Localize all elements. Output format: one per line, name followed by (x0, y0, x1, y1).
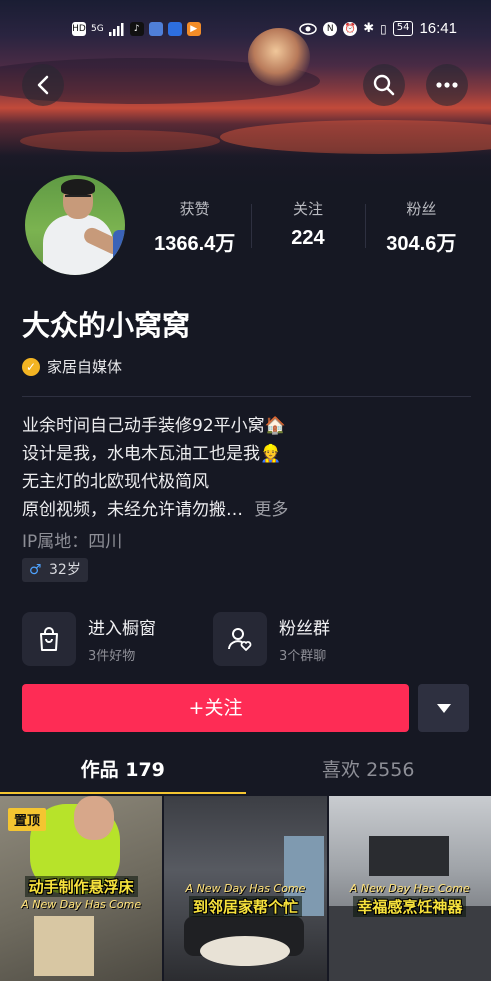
status-right-icons: N ⏰ ✱ ▯ 54 16:41 (299, 20, 457, 37)
hd-icon: HD (72, 22, 86, 36)
stat-followers[interactable]: 粉丝 304.6万 (364, 198, 478, 258)
thumbnail-range-hood (368, 836, 449, 876)
video-grid: 置顶 动手制作悬浮床 A New Day Has Come A New Day … (0, 796, 491, 981)
bio-line: 设计是我，水电木瓦油工也是我👷 (22, 444, 282, 464)
search-icon (373, 74, 395, 96)
video-caption: 到邻居家帮个忙 (164, 896, 326, 917)
network-5g-icon: 5G (91, 23, 104, 34)
signal-icon (108, 22, 124, 36)
fan-group-entry[interactable]: 粉丝群 3个群聊 (213, 612, 330, 666)
entry-title: 粉丝群 (279, 619, 330, 639)
banner-cloud (20, 130, 220, 152)
caret-down-icon (436, 703, 451, 713)
video-thumbnail[interactable]: 置顶 动手制作悬浮床 A New Day Has Come (0, 796, 163, 981)
video-icon: ▶ (186, 22, 201, 36)
tab-works[interactable]: 作品 179 (0, 748, 246, 794)
stat-value: 224 (291, 227, 325, 249)
fan-group-icon (213, 612, 267, 666)
stat-value: 1366.4万 (154, 233, 236, 255)
video-subcaption: A New Day Has Come (349, 882, 470, 895)
male-icon: ♂ (29, 562, 42, 578)
search-button[interactable] (363, 64, 405, 106)
video-subcaption: A New Day Has Come (21, 898, 142, 911)
profile-bio[interactable]: 业余时间自己动手装修92平小窝🏠 设计是我，水电木瓦油工也是我👷 无主灯的北欧现… (22, 412, 288, 524)
battery-indicator: 54 (392, 21, 414, 36)
shop-window-entry[interactable]: 进入橱窗 3件好物 (22, 612, 156, 666)
bio-line: 无主灯的北欧现代极简风 (22, 472, 209, 492)
stat-label: 关注 (292, 200, 323, 218)
video-caption-text: 到邻居家帮个忙 (188, 896, 302, 917)
thumbnail-person-head (74, 796, 114, 840)
stat-following[interactable]: 关注 224 (251, 198, 364, 258)
video-thumbnail[interactable]: A New Day Has Come 到邻居家帮个忙 (164, 796, 327, 981)
status-time: 16:41 (419, 20, 457, 37)
divider (22, 396, 471, 397)
profile-tabs: 作品 179 喜欢 2556 (0, 748, 491, 794)
thumbnail-wood-beam (34, 916, 94, 976)
pinned-badge: 置顶 (8, 808, 47, 831)
avatar[interactable] (22, 172, 128, 278)
avatar-object (113, 230, 125, 264)
cloud-icon (148, 22, 163, 36)
video-thumbnail[interactable]: A New Day Has Come 幸福感烹饪神器 (328, 796, 491, 981)
verification-badge[interactable]: ✓ 家居自媒体 (22, 356, 122, 377)
verification-label: 家居自媒体 (47, 358, 123, 376)
bio-line-last: 原创视频，未经允许请勿搬… 更多 (22, 496, 288, 524)
entry-subtitle: 3个群聊 (279, 649, 327, 664)
stat-value: 304.6万 (386, 233, 457, 255)
more-options-button[interactable] (426, 64, 468, 106)
thumbnail-rug (200, 936, 291, 966)
alarm-icon: ⏰ (343, 21, 358, 36)
nfc-icon: N (323, 21, 338, 36)
banner-cloud (220, 120, 491, 154)
stat-label: 获赞 (179, 200, 210, 218)
thumbnail-counter (328, 906, 491, 981)
avatar-glasses (65, 195, 91, 201)
stat-likes[interactable]: 获赞 1366.4万 (138, 198, 251, 258)
shopping-bag-icon (22, 612, 76, 666)
profile-name: 大众的小窝窝 (22, 309, 191, 342)
video-caption: 幸福感烹饪神器 (329, 896, 491, 917)
eye-icon (299, 22, 317, 35)
back-button[interactable] (22, 64, 64, 106)
bio-line: 原创视频，未经允许请勿搬… (22, 500, 243, 520)
verified-check-icon: ✓ (22, 357, 40, 376)
follow-button[interactable]: +关注 (22, 684, 409, 732)
bluetooth-icon: ✱ (363, 21, 375, 36)
entry-text: 粉丝群 3个群聊 (279, 614, 330, 664)
bio-line: 业余时间自己动手装修92平小窝🏠 (22, 416, 286, 436)
age-label: 32岁 (49, 562, 81, 578)
tab-likes[interactable]: 喜欢 2556 (246, 748, 491, 794)
video-caption-text: 动手制作悬浮床 (24, 876, 138, 897)
ellipsis-icon (436, 82, 458, 88)
location-icon (167, 22, 182, 36)
status-bar: HD 5G ♪ ▶ N ⏰ ✱ ▯ 54 16:41 (0, 18, 491, 46)
vibrate-icon: ▯ (380, 21, 387, 36)
ip-location: IP属地：四川 (22, 532, 123, 552)
chevron-left-icon (37, 75, 49, 95)
profile-stats: 获赞 1366.4万 关注 224 粉丝 304.6万 (138, 198, 478, 258)
tiktok-icon: ♪ (129, 22, 144, 36)
status-left-icons: HD 5G ♪ ▶ (72, 22, 201, 36)
entry-text: 进入橱窗 3件好物 (88, 614, 156, 664)
recommend-dropdown-button[interactable] (418, 684, 469, 732)
stat-label: 粉丝 (406, 200, 437, 218)
bio-more-link[interactable]: 更多 (254, 500, 288, 520)
entry-subtitle: 3件好物 (88, 649, 136, 664)
video-subcaption: A New Day Has Come (185, 882, 306, 895)
age-tag: ♂ 32岁 (22, 558, 88, 582)
video-caption-text: 幸福感烹饪神器 (353, 896, 467, 917)
avatar-hair (61, 179, 95, 195)
entry-title: 进入橱窗 (88, 619, 156, 639)
video-caption: 动手制作悬浮床 (0, 876, 162, 897)
